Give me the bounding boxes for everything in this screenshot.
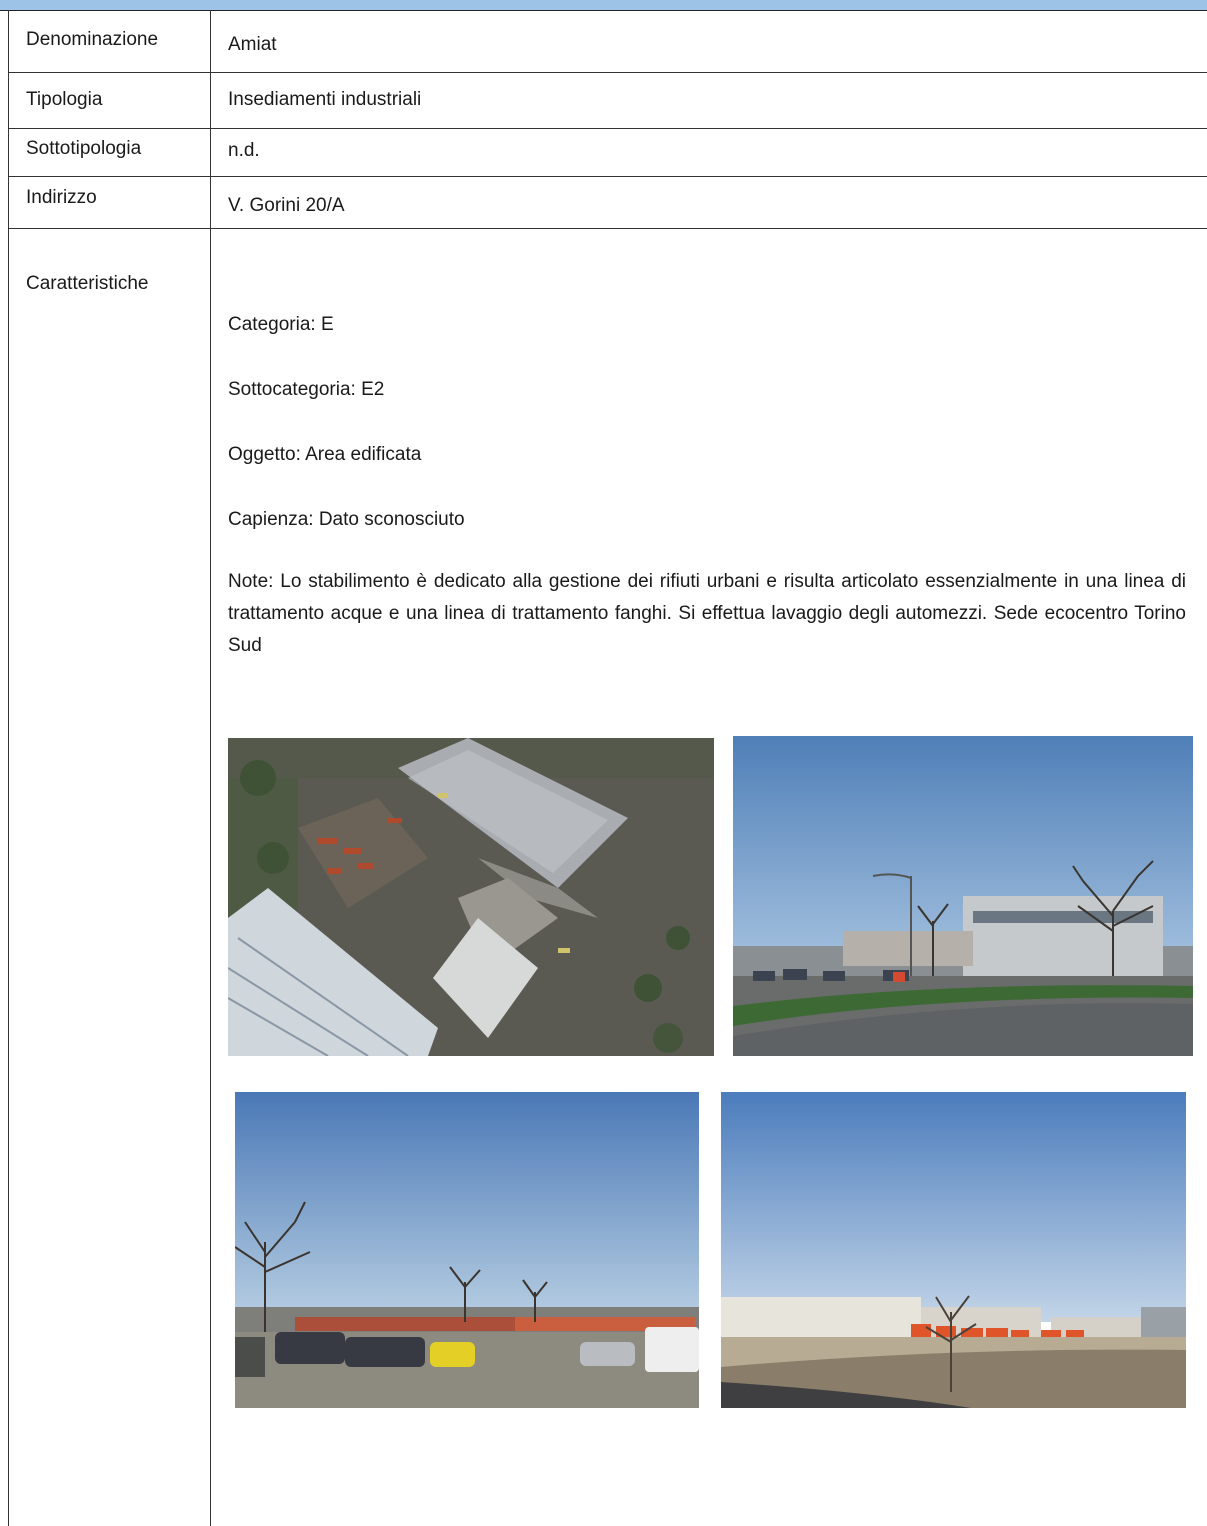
detail-note: Note: Lo stabilimento è dedicato alla ge… [228, 571, 1186, 656]
parking-photo [235, 1092, 699, 1408]
detail-sottocategoria: Sottocategoria: E2 [228, 379, 385, 400]
field-photo [721, 1092, 1186, 1408]
value-denominazione: Amiat [228, 34, 277, 55]
value-indirizzo: V. Gorini 20/A [228, 195, 345, 216]
label-sottotipologia: Sottotipologia [26, 138, 142, 159]
label-caratteristiche: Caratteristiche [26, 273, 149, 294]
value-sottotipologia: n.d. [228, 140, 260, 161]
entrance-photo [733, 736, 1193, 1056]
label-indirizzo: Indirizzo [26, 187, 97, 208]
header-band [0, 0, 1207, 11]
aerial-photo [228, 738, 714, 1056]
label-denominazione: Denominazione [26, 29, 159, 50]
detail-categoria: Categoria: E [228, 314, 334, 335]
detail-oggetto: Oggetto: Area edificata [228, 444, 422, 465]
label-tipologia: Tipologia [26, 89, 103, 110]
detail-capienza: Capienza: Dato sconosciuto [228, 509, 465, 530]
value-tipologia: Insediamenti industriali [228, 89, 422, 110]
